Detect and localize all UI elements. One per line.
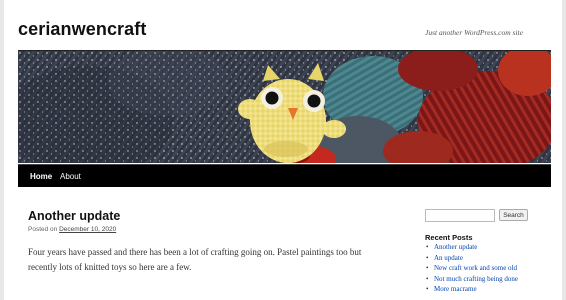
search-button[interactable]: Search	[499, 209, 528, 221]
site-title[interactable]: cerianwencraft	[18, 19, 146, 40]
post-meta: Posted on December 10, 2020	[28, 226, 116, 233]
recent-posts-list: Another update An update New craft work …	[425, 242, 518, 295]
recent-post-link[interactable]: Another update	[425, 242, 518, 253]
recent-post-link[interactable]: An update	[425, 253, 518, 264]
recent-post-link[interactable]: New craft work and some old	[425, 263, 518, 274]
nav-item-about[interactable]: About	[60, 172, 81, 181]
main-navigation: Home About	[18, 164, 551, 187]
recent-post-link[interactable]: More macrame	[425, 284, 518, 295]
post-meta-prefix: Posted on	[28, 226, 58, 233]
recent-post-link[interactable]: Not much crafting being done	[425, 274, 518, 285]
search-input[interactable]	[425, 209, 495, 222]
nav-item-home[interactable]: Home	[30, 172, 52, 181]
post-title[interactable]: Another update	[28, 209, 120, 223]
header-banner-image	[18, 50, 551, 163]
recent-posts-heading: Recent Posts	[425, 233, 473, 242]
post-body: Four years have passed and there has bee…	[28, 247, 362, 272]
site-description: Just another WordPress.com site	[425, 28, 523, 37]
post-date-link[interactable]: December 10, 2020	[59, 226, 116, 233]
page: cerianwencraft Just another WordPress.co…	[4, 0, 562, 300]
